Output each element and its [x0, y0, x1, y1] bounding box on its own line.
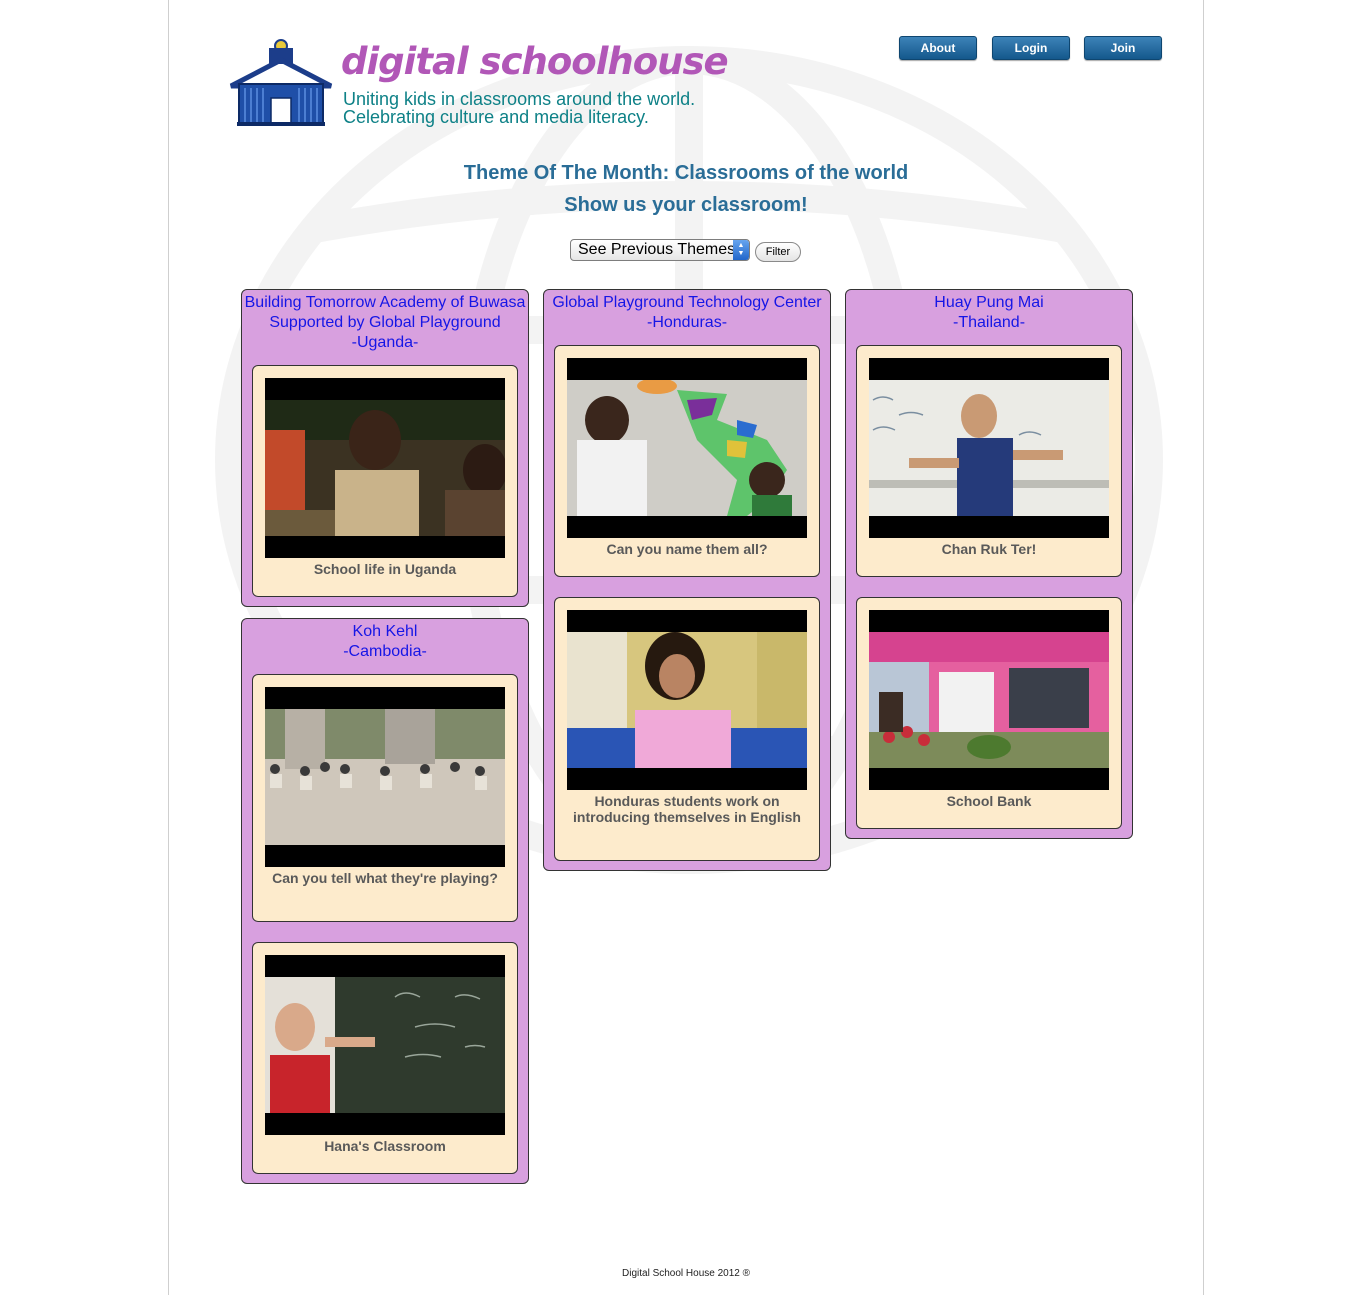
video-card[interactable]: Can you tell what they're playing? — [252, 674, 518, 922]
video-card[interactable]: Chan Ruk Ter! — [856, 345, 1122, 577]
group-title-line: -Thailand- — [952, 314, 1026, 331]
video-card[interactable]: School Bank — [856, 597, 1122, 829]
video-caption[interactable]: Honduras students work on introducing th… — [563, 793, 811, 825]
group-title-line: -Uganda- — [351, 334, 419, 351]
group-title-honduras[interactable]: Global Playground Technology Center -Hon… — [544, 293, 830, 333]
video-thumbnail[interactable] — [567, 610, 807, 790]
group-title-line: Koh Kehl — [352, 623, 418, 640]
video-caption[interactable]: Hana's Classroom — [261, 1138, 509, 1154]
thailand-teacher-thumbnail-image — [869, 380, 1109, 516]
theme-subtitle: Show us your classroom! — [564, 194, 808, 216]
filter-button[interactable]: Filter — [755, 242, 801, 262]
school-bank-thumbnail-image — [869, 632, 1109, 768]
footer-copyright: Digital School House 2012 ® — [622, 1268, 750, 1279]
video-thumbnail[interactable] — [869, 358, 1109, 538]
select-arrows-icon: ▲ ▼ — [733, 240, 749, 260]
theme-title: Theme Of The Month: Classrooms of the wo… — [463, 162, 909, 184]
video-caption[interactable]: Can you tell what they're playing? — [261, 870, 509, 886]
group-title-line: Building Tomorrow Academy of Buwasa — [244, 294, 526, 311]
group-title-uganda[interactable]: Building Tomorrow Academy of Buwasa Supp… — [242, 293, 528, 353]
cambodia-thumbnail-image — [265, 709, 505, 845]
tagline-line-2: Celebrating culture and media literacy. — [343, 107, 649, 127]
group-uganda: Building Tomorrow Academy of Buwasa Supp… — [241, 289, 529, 607]
group-title-line: -Cambodia- — [343, 643, 427, 660]
group-title-line: Global Playground Technology Center — [552, 294, 822, 311]
select-value: See Previous Themes — [578, 241, 736, 258]
video-card[interactable]: Can you name them all? — [554, 345, 820, 577]
video-thumbnail[interactable] — [567, 358, 807, 538]
login-button[interactable]: Login — [992, 36, 1070, 60]
group-cambodia: Koh Kehl -Cambodia- Can you tell what th… — [241, 618, 529, 1184]
video-caption[interactable]: School life in Uganda — [261, 561, 509, 577]
previous-themes-select[interactable]: See Previous Themes ▲ ▼ — [570, 239, 750, 261]
video-card[interactable]: School life in Uganda — [252, 365, 518, 597]
group-thailand: Huay Pung Mai -Thailand- Chan Ruk Ter! S… — [845, 289, 1133, 839]
video-thumbnail[interactable] — [869, 610, 1109, 790]
about-button[interactable]: About — [899, 36, 977, 60]
video-caption[interactable]: Chan Ruk Ter! — [865, 541, 1113, 557]
video-card[interactable]: Honduras students work on introducing th… — [554, 597, 820, 861]
page-container: digital schoolhouse Uniting kids in clas… — [168, 0, 1204, 1295]
site-brand-title[interactable]: digital schoolhouse — [341, 40, 729, 83]
group-honduras: Global Playground Technology Center -Hon… — [543, 289, 831, 871]
group-title-line: -Honduras- — [646, 314, 728, 331]
video-caption[interactable]: Can you name them all? — [563, 541, 811, 557]
join-button[interactable]: Join — [1084, 36, 1162, 60]
group-title-line: Huay Pung Mai — [934, 294, 1044, 311]
video-thumbnail[interactable] — [265, 378, 505, 558]
schoolhouse-logo-icon[interactable] — [227, 38, 335, 128]
uganda-thumbnail-image — [265, 400, 505, 536]
honduras-map-thumbnail-image — [567, 380, 807, 516]
video-card[interactable]: Hana's Classroom — [252, 942, 518, 1174]
video-thumbnail[interactable] — [265, 687, 505, 867]
video-caption[interactable]: School Bank — [865, 793, 1113, 809]
honduras-student-thumbnail-image — [567, 632, 807, 768]
group-title-cambodia[interactable]: Koh Kehl -Cambodia- — [242, 622, 528, 662]
group-title-thailand[interactable]: Huay Pung Mai -Thailand- — [846, 293, 1132, 333]
video-thumbnail[interactable] — [265, 955, 505, 1135]
group-title-line: Supported by Global Playground — [269, 314, 501, 331]
hana-classroom-thumbnail-image — [265, 977, 505, 1113]
